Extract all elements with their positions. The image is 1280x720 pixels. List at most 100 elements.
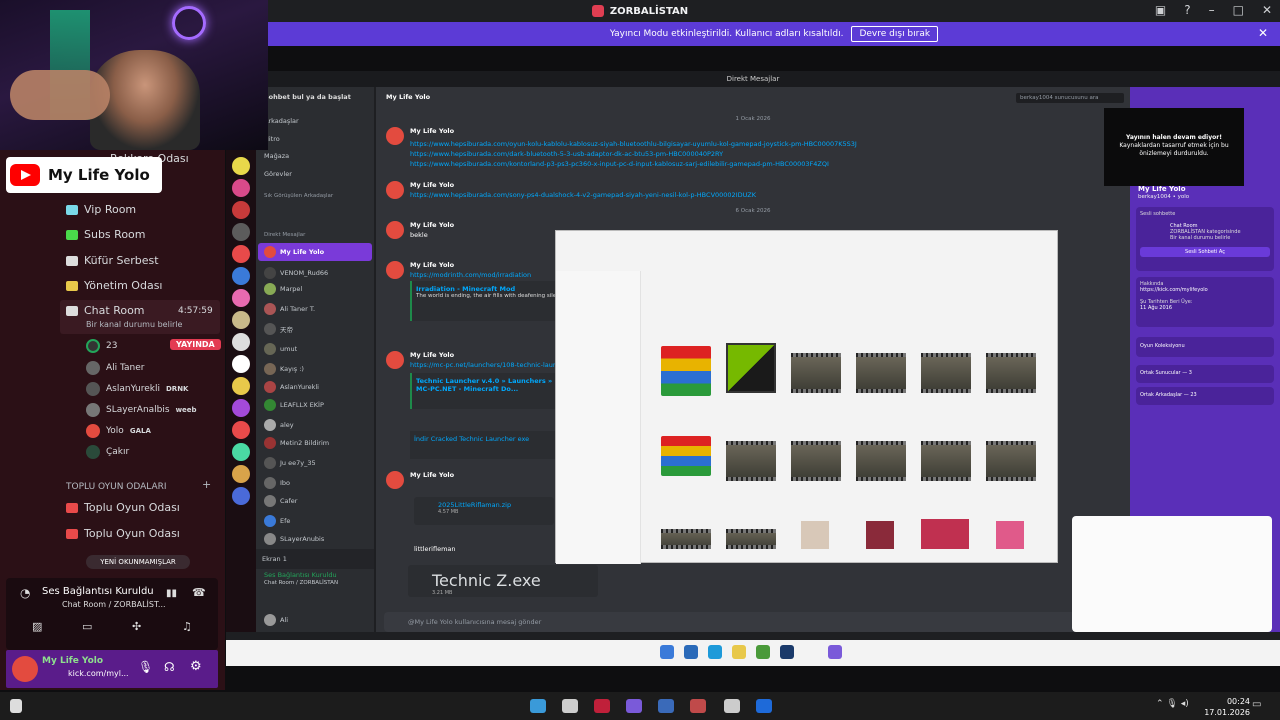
file-thumbnail[interactable] xyxy=(996,521,1024,549)
chat-search[interactable]: berkay1004 sunucusunu ara xyxy=(1016,93,1124,103)
screen-share-indicator[interactable]: Ekran 1 xyxy=(256,549,374,569)
channel-toplu-2[interactable]: Toplu Oyun Odası xyxy=(66,527,180,540)
dm-item[interactable]: umut xyxy=(264,343,297,355)
discord-icon[interactable] xyxy=(626,699,642,713)
file-thumbnail[interactable] xyxy=(986,353,1036,393)
dm-item[interactable]: aley xyxy=(264,419,294,431)
file-thumbnail[interactable] xyxy=(921,353,971,393)
file-explorer-window[interactable] xyxy=(555,230,1058,564)
dm-item[interactable]: Ali Taner T. xyxy=(264,303,315,315)
file-thumbnail[interactable] xyxy=(866,521,894,549)
system-tray-icons[interactable]: ⌃ 🎙 ◂) xyxy=(1156,699,1189,709)
dm-item[interactable]: AslanYurekli xyxy=(264,381,319,393)
file-thumbnail[interactable] xyxy=(791,441,841,481)
server-icon[interactable] xyxy=(232,443,250,461)
mic-icon[interactable]: 🎙 xyxy=(138,660,153,674)
help-icon[interactable]: ? xyxy=(1184,3,1190,17)
member-item[interactable]: Yolo GALA xyxy=(86,424,151,438)
file-thumbnail[interactable] xyxy=(801,521,829,549)
message-link[interactable]: https://www.hepsiburada.com/sony-ps4-dua… xyxy=(410,191,756,199)
download-link[interactable]: İndir Cracked Technic Launcher exe xyxy=(414,435,556,443)
taskbar-app-icon[interactable] xyxy=(530,699,546,713)
about-link[interactable]: https://kick.com/mylifeyolo xyxy=(1140,287,1270,293)
file-thumbnail[interactable] xyxy=(856,353,906,393)
channel-yonetim[interactable]: Yönetim Odası xyxy=(66,279,162,292)
mutual-servers[interactable]: Ortak Sunucular — 3 xyxy=(1136,365,1274,383)
dm-item[interactable]: 天帝 xyxy=(264,323,293,335)
file-thumbnail[interactable] xyxy=(726,529,776,549)
taskbar-clock[interactable]: 00:24 17.01.2026 xyxy=(1204,696,1250,718)
file-thumbnail[interactable] xyxy=(986,441,1036,481)
member-item[interactable]: SLayerAnalbis weeb xyxy=(86,403,197,417)
disable-streamer-mode-button[interactable]: Devre dışı bırak xyxy=(851,26,939,42)
server-icon[interactable] xyxy=(232,157,250,175)
gear-icon[interactable]: ⚙ xyxy=(190,659,202,674)
dm-item[interactable]: Ju ee7y_35 xyxy=(264,457,316,469)
dm-item[interactable]: Kayış :) xyxy=(264,363,304,375)
message-link[interactable]: https://mc-pc.net/launchers/108-technic-… xyxy=(410,361,577,369)
server-icon[interactable] xyxy=(232,421,250,439)
server-icon[interactable] xyxy=(232,245,250,263)
dm-item[interactable]: VENOM_Rud66 xyxy=(264,267,328,279)
file-name[interactable]: 2025LittleRiflaman.zip xyxy=(438,501,554,509)
message-link[interactable]: https://www.hepsiburada.com/dark-bluetoo… xyxy=(410,149,857,159)
join-voice-button[interactable]: Sesli Sohbeti Aç xyxy=(1140,247,1270,257)
channel-chat-room[interactable]: Chat Room xyxy=(66,304,145,317)
server-icon[interactable] xyxy=(232,201,250,219)
dm-item[interactable]: Cafer xyxy=(264,495,297,507)
message-link[interactable]: https://www.hepsiburada.com/oyun-kolu-ka… xyxy=(410,139,857,149)
file-thumbnail[interactable] xyxy=(661,346,711,396)
add-channel-icon[interactable]: + xyxy=(202,478,211,491)
file-thumbnail[interactable] xyxy=(726,343,776,393)
file-thumbnail[interactable] xyxy=(791,353,841,393)
dm-item-active[interactable]: My Life Yolo xyxy=(258,243,372,261)
member-item[interactable]: Çakır xyxy=(86,445,129,459)
dm-item[interactable]: SLayerAnubis xyxy=(264,533,324,545)
taskbar-app-icon[interactable] xyxy=(562,699,578,713)
embed-title[interactable]: Irradiation - Minecraft Mod xyxy=(416,285,556,293)
file-thumbnail[interactable] xyxy=(921,519,969,549)
file-thumbnail[interactable] xyxy=(856,441,906,481)
server-icon[interactable] xyxy=(232,289,250,307)
server-icon[interactable] xyxy=(232,223,250,241)
mutual-friends[interactable]: Ortak Arkadaşlar — 23 xyxy=(1136,387,1274,405)
channel-status[interactable]: Bir kanal durumu belirle xyxy=(86,320,182,329)
new-unreads-pill[interactable]: YENİ OKUNMAMIŞLAR xyxy=(86,555,190,569)
server-icon[interactable] xyxy=(232,399,250,417)
taskbar-app-icon[interactable] xyxy=(724,699,740,713)
taskbar-app-icon[interactable] xyxy=(690,699,706,713)
game-collection[interactable]: Oyun Koleksiyonu xyxy=(1136,337,1274,357)
dm-item[interactable]: Metin2 Bildirim xyxy=(264,437,329,449)
maximize-icon[interactable]: □ xyxy=(1233,3,1244,17)
dm-nav-quests[interactable]: Görevler xyxy=(264,170,292,178)
file-name[interactable]: Technic Z.exe xyxy=(432,571,598,590)
server-icon[interactable] xyxy=(232,487,250,505)
bottom-user[interactable]: Ali xyxy=(264,614,288,626)
camera-off-icon[interactable]: ▨ xyxy=(32,620,42,633)
dm-item[interactable]: Efe xyxy=(264,515,290,527)
avatar[interactable] xyxy=(12,656,38,682)
dm-nav-friends[interactable]: Arkadaşlar xyxy=(264,117,299,125)
headphones-icon[interactable]: ☊ xyxy=(164,660,175,674)
channel-subs[interactable]: Subs Room xyxy=(66,228,146,241)
dm-item[interactable]: Marpel xyxy=(264,283,302,295)
server-icon[interactable] xyxy=(232,267,250,285)
soundboard-icon[interactable]: ♫ xyxy=(182,620,192,633)
message-link[interactable]: https://www.hepsiburada.com/kontorland-p… xyxy=(410,159,857,169)
dm-search[interactable]: Sohbet bul ya da başlat xyxy=(264,93,351,101)
screen-share-icon[interactable]: ▭ xyxy=(82,620,92,633)
close-icon[interactable]: ✕ xyxy=(1262,3,1272,17)
taskbar-app-icon[interactable] xyxy=(756,699,772,713)
steam-icon[interactable] xyxy=(658,699,674,713)
category-header[interactable]: TOPLU OYUN ODALARI xyxy=(66,482,167,492)
member-item[interactable]: 23 xyxy=(86,339,117,353)
dm-nav-shop[interactable]: Mağaza xyxy=(264,152,289,160)
file-thumbnail[interactable] xyxy=(726,441,776,481)
server-icon[interactable] xyxy=(232,179,250,197)
file-thumbnail[interactable] xyxy=(661,529,711,549)
member-item[interactable]: AslanYurekli DRNK xyxy=(86,382,188,396)
server-icon[interactable] xyxy=(232,355,250,373)
file-thumbnail[interactable] xyxy=(661,436,711,476)
channel-toplu-1[interactable]: Toplu Oyun Odası xyxy=(66,501,180,514)
activities-icon[interactable]: ✣ xyxy=(132,620,141,633)
